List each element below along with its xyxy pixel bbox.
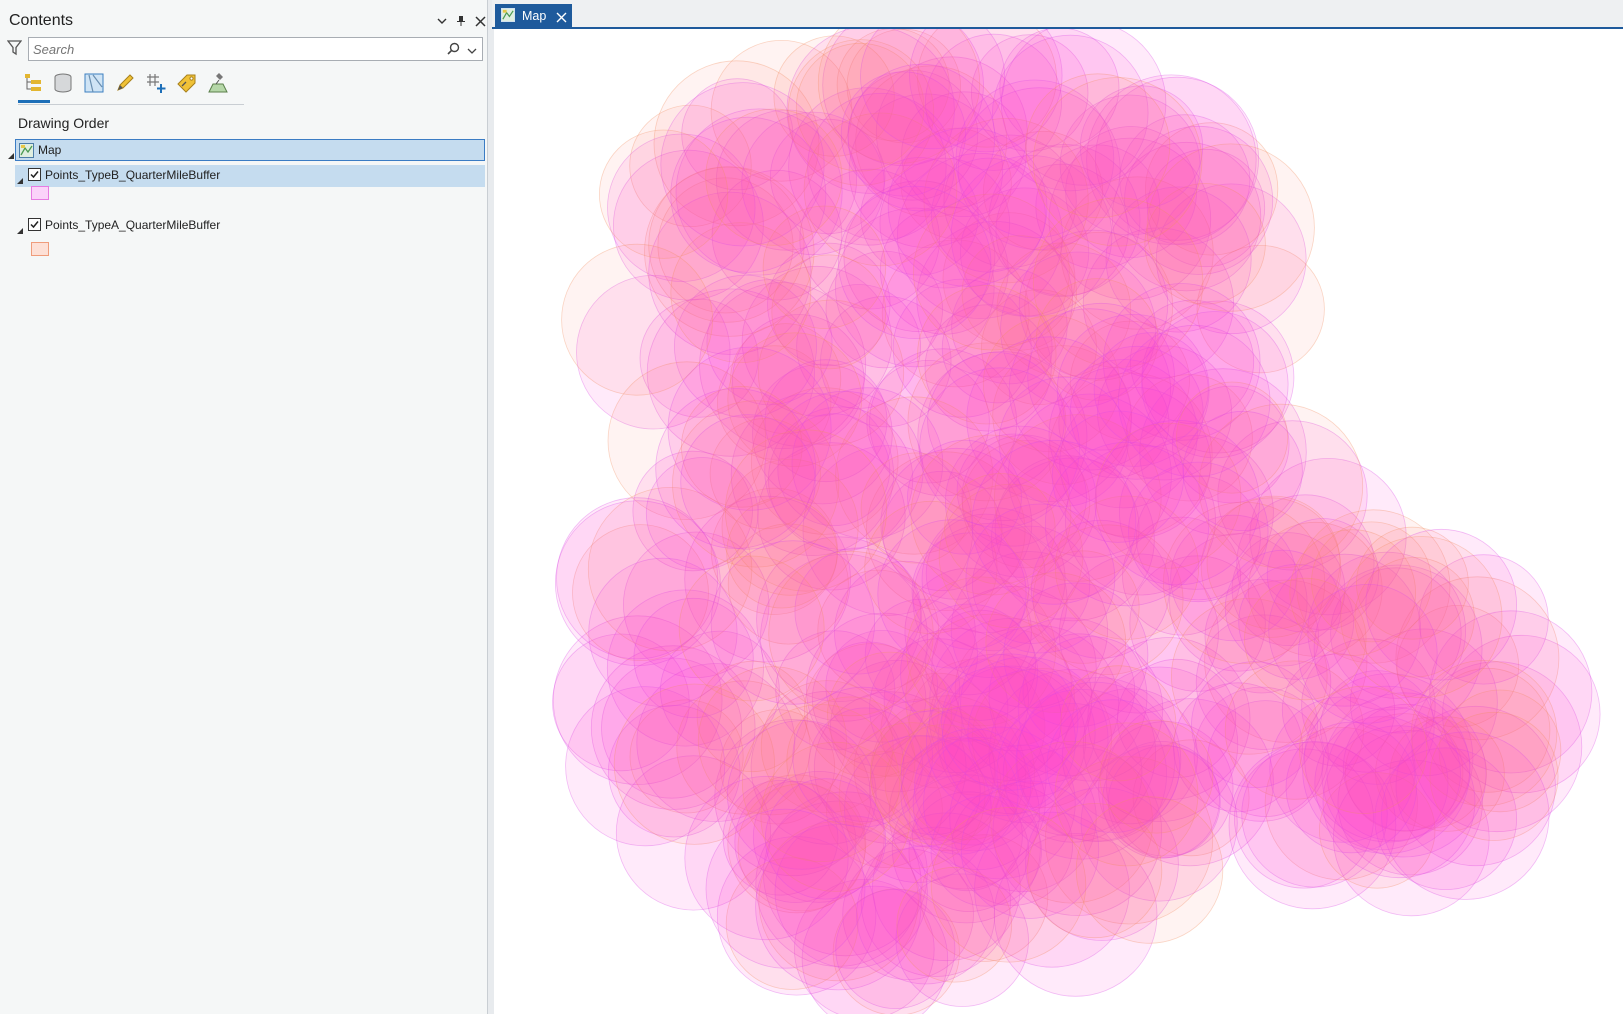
tree-item-map[interactable]: Map xyxy=(8,139,485,163)
chevron-down-icon[interactable] xyxy=(434,13,450,29)
layer-symbol-swatch[interactable] xyxy=(31,186,49,200)
layer-item-points-typeb[interactable]: Points_TypeB_QuarterMileBuffer xyxy=(15,165,485,187)
map-icon xyxy=(501,8,515,27)
list-by-perspective-imagery-icon[interactable] xyxy=(205,70,231,96)
collapse-triangle-icon[interactable] xyxy=(16,222,24,234)
pane-title: Contents xyxy=(9,12,74,29)
layer-symbol-swatch[interactable] xyxy=(31,242,49,256)
list-by-editing-icon[interactable] xyxy=(112,70,138,96)
search-icon[interactable] xyxy=(447,42,460,60)
buffer-polygons-layer xyxy=(552,29,1601,1014)
type-a-buffer-polygon[interactable] xyxy=(1075,796,1224,944)
layer-name: Points_TypeA_QuarterMileBuffer xyxy=(45,218,221,232)
type-a-buffer-polygon[interactable] xyxy=(1032,77,1203,247)
type-a-buffer-polygon[interactable] xyxy=(705,108,843,246)
map-tab-bar: Map xyxy=(492,0,1623,29)
collapse-triangle-icon[interactable] xyxy=(7,147,15,159)
layer-visibility-checkbox[interactable] xyxy=(28,218,41,231)
map-canvas[interactable] xyxy=(494,29,1623,1014)
layer-visibility-checkbox[interactable] xyxy=(28,168,41,181)
type-b-buffer-polygon[interactable] xyxy=(838,185,992,339)
close-icon[interactable] xyxy=(556,10,567,28)
active-tab-underline xyxy=(18,100,50,103)
contents-header: Contents xyxy=(9,9,487,33)
list-by-selection-icon[interactable] xyxy=(81,70,107,96)
search-box xyxy=(28,37,483,61)
map-icon xyxy=(19,143,34,163)
contents-pane: Contents Search Drawing Order Map Points… xyxy=(0,0,488,1014)
list-by-source-icon[interactable] xyxy=(50,70,76,96)
type-a-buffer-polygon[interactable] xyxy=(678,555,825,702)
type-b-buffer-polygon[interactable] xyxy=(1302,685,1471,854)
type-b-buffer-polygon[interactable] xyxy=(680,414,816,550)
contents-view-toolbar xyxy=(18,68,244,105)
section-label: Drawing Order xyxy=(18,115,110,131)
filter-icon[interactable] xyxy=(6,40,23,61)
layer-name: Points_TypeB_QuarterMileBuffer xyxy=(45,168,221,182)
pin-icon[interactable] xyxy=(453,13,469,29)
chevron-down-icon[interactable] xyxy=(467,43,477,61)
collapse-triangle-icon[interactable] xyxy=(16,172,24,184)
close-icon[interactable] xyxy=(472,13,488,29)
list-by-drawing-order-icon[interactable] xyxy=(21,70,47,96)
search-input[interactable] xyxy=(33,40,433,58)
list-by-labeling-icon[interactable] xyxy=(174,70,200,96)
type-b-buffer-polygon[interactable] xyxy=(705,808,866,969)
search-row xyxy=(5,37,483,61)
tab-map[interactable]: Map xyxy=(495,4,572,27)
tree-item-label: Map xyxy=(38,143,62,157)
layer-item-points-typea[interactable]: Points_TypeA_QuarterMileBuffer xyxy=(15,215,485,237)
type-b-buffer-polygon[interactable] xyxy=(971,439,1137,605)
list-by-snapping-icon[interactable] xyxy=(143,70,169,96)
tab-label: Map xyxy=(522,9,547,23)
